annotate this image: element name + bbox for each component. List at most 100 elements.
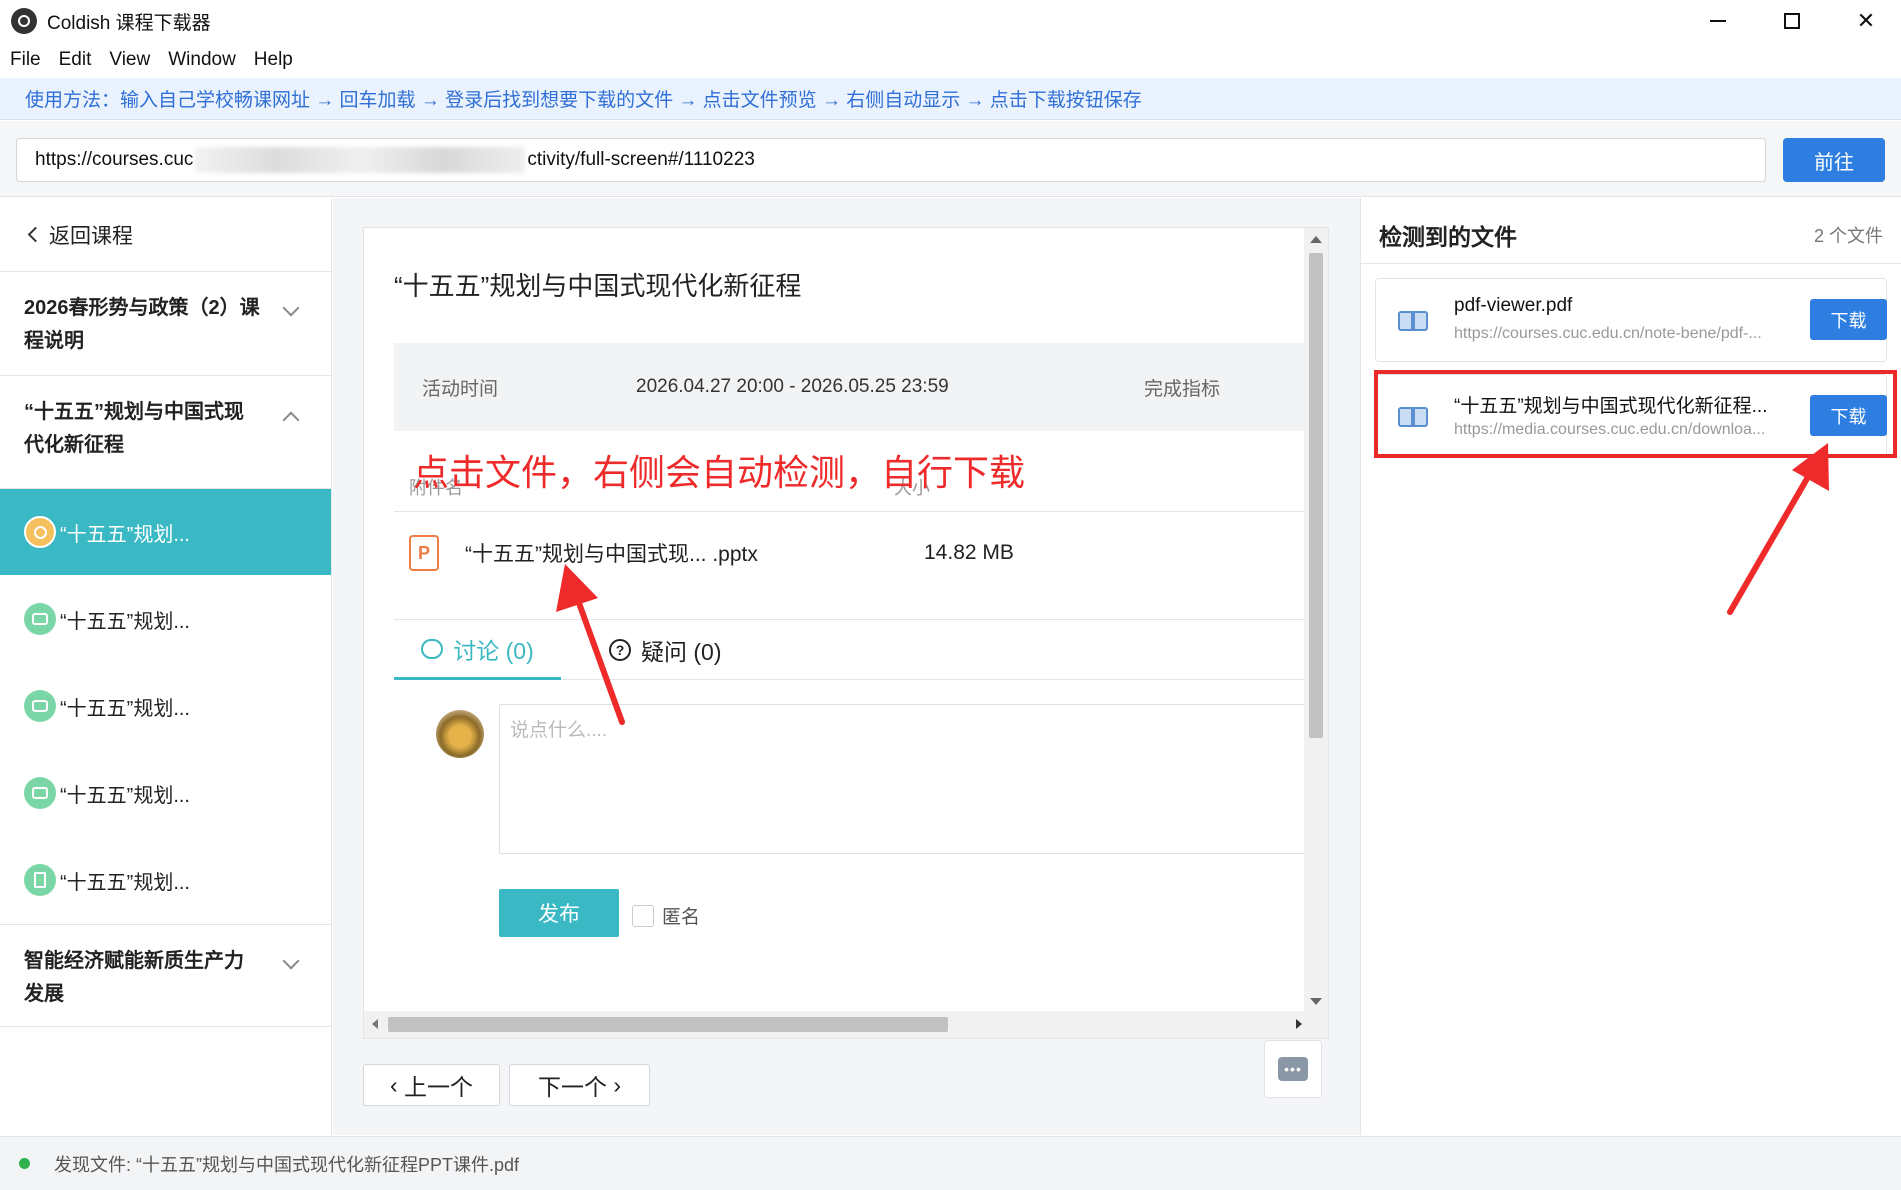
- chapter-smart-economy[interactable]: 智能经济赋能新质生产力发展: [0, 925, 331, 1027]
- previous-button[interactable]: ‹ 上一个: [363, 1064, 500, 1106]
- lesson-label: “十五五”规划...: [60, 697, 190, 720]
- discussion-tabs: 讨论 (0) ? 疑问 (0): [394, 620, 1309, 680]
- menu-help[interactable]: Help: [254, 49, 293, 71]
- detected-file-card: pdf-viewer.pdf https://courses.cuc.edu.c…: [1375, 278, 1887, 362]
- scroll-down-arrow-icon[interactable]: [1310, 998, 1322, 1005]
- menu-edit[interactable]: Edit: [59, 49, 92, 71]
- file-url: https://courses.cuc.edu.cn/note-bene/pdf…: [1454, 325, 1762, 342]
- horizontal-scrollbar[interactable]: [364, 1011, 1328, 1038]
- status-text: 发现文件: “十五五”规划与中国式现代化新征程PPT课件.pdf: [54, 1154, 520, 1175]
- detected-files-panel: 检测到的文件 2 个文件 pdf-viewer.pdf https://cour…: [1360, 198, 1901, 1135]
- back-label: 返回课程: [49, 224, 133, 248]
- chat-float-button[interactable]: •••: [1264, 1040, 1322, 1098]
- lesson-item[interactable]: “十五五”规划...: [0, 663, 331, 750]
- activity-time-value: 2026.04.27 20:00 - 2026.05.25 23:59: [636, 376, 949, 397]
- attachment-row[interactable]: P “十五五”规划与中国式现... .pptx 14.82 MB: [394, 523, 1309, 583]
- lesson-list: “十五五”规划... “十五五”规划... “十五五”规划... “十五五”规划…: [0, 489, 331, 925]
- annotation-text: 点击文件，右侧会自动检测，自行下载: [413, 452, 1026, 493]
- anonymous-option[interactable]: 匿名: [632, 902, 700, 929]
- download-button[interactable]: 下载: [1810, 299, 1887, 340]
- scroll-right-arrow-icon[interactable]: [1296, 1019, 1302, 1029]
- close-icon: ✕: [1856, 8, 1876, 33]
- page-title: “十五五”规划与中国式现代化新征程: [394, 271, 802, 301]
- activity-panel: “十五五”规划与中国式现代化新征程 活动时间 2026.04.27 20:00 …: [363, 227, 1329, 1039]
- highlight-box: [1374, 370, 1897, 458]
- menu-view[interactable]: View: [109, 49, 150, 71]
- chapter-title: “十五五”规划与中国式现代化新征程: [24, 401, 244, 456]
- comment-input[interactable]: 说点什么....: [499, 704, 1309, 854]
- tab-questions[interactable]: ? 疑问 (0): [609, 620, 722, 680]
- course-sidebar: 返回课程 2026春形势与政策（2）课程说明 “十五五”规划与中国式现代化新征程…: [0, 198, 332, 1135]
- lesson-item[interactable]: “十五五”规划...: [0, 837, 331, 924]
- video-icon: [24, 603, 56, 635]
- url-prefix: https://courses.cuc: [35, 149, 194, 170]
- chat-bubble-icon: [421, 638, 444, 659]
- chapter-course-intro[interactable]: 2026春形势与政策（2）课程说明: [0, 272, 331, 376]
- video-icon: [24, 690, 56, 722]
- lesson-item[interactable]: “十五五”规划...: [0, 489, 331, 576]
- book-icon: [1398, 309, 1430, 335]
- address-bar-row: https://courses.cuc ctivity/full-screen#…: [0, 121, 1901, 197]
- attachment-name[interactable]: “十五五”规划与中国式现... .pptx: [465, 538, 758, 568]
- menu-window[interactable]: Window: [168, 49, 236, 71]
- maximize-button[interactable]: [1757, 0, 1827, 42]
- chapter-title: 2026春形势与政策（2）课程说明: [24, 297, 260, 352]
- lesson-item[interactable]: “十五五”规划...: [0, 750, 331, 837]
- lesson-item[interactable]: “十五五”规划...: [0, 576, 331, 663]
- scrollbar-thumb[interactable]: [388, 1017, 948, 1032]
- completion-label: 完成指标: [1144, 378, 1221, 400]
- divider: [394, 511, 1309, 512]
- document-icon: [24, 864, 56, 896]
- file-count: 2 个文件: [1813, 226, 1883, 246]
- back-to-course-link[interactable]: 返回课程: [0, 198, 331, 272]
- scroll-up-arrow-icon[interactable]: [1310, 236, 1322, 243]
- menu-file[interactable]: File: [10, 49, 41, 71]
- scrollbar-thumb[interactable]: [1309, 253, 1323, 738]
- next-button[interactable]: 下一个 ›: [509, 1064, 650, 1106]
- divider: [1361, 263, 1901, 264]
- app-logo-icon: [11, 8, 37, 34]
- status-bar: 发现文件: “十五五”规划与中国式现代化新征程PPT课件.pdf: [0, 1136, 1901, 1190]
- activity-time-label: 活动时间: [422, 378, 499, 400]
- attachment-size: 14.82 MB: [924, 541, 1014, 564]
- scroll-left-arrow-icon[interactable]: [372, 1019, 378, 1029]
- lesson-label: “十五五”规划...: [60, 784, 190, 807]
- go-button[interactable]: 前往: [1783, 138, 1885, 182]
- chevron-down-icon: [282, 299, 300, 317]
- vertical-scrollbar[interactable]: [1304, 228, 1328, 1013]
- question-icon: ?: [609, 639, 631, 661]
- chevron-up-icon: [282, 411, 300, 429]
- window-title: Coldish 课程下载器: [47, 12, 211, 34]
- close-window-button[interactable]: ✕: [1831, 0, 1901, 42]
- url-suffix: ctivity/full-screen#/1110223: [527, 149, 755, 170]
- message-icon: •••: [1278, 1057, 1308, 1081]
- anonymous-label: 匿名: [662, 907, 701, 928]
- maximize-icon: [1784, 13, 1800, 29]
- lesson-label: “十五五”规划...: [60, 523, 190, 546]
- minimize-button[interactable]: [1683, 0, 1753, 42]
- powerpoint-file-icon: P: [409, 535, 439, 571]
- tab-label: 疑问 (0): [641, 639, 722, 665]
- minimize-icon: [1710, 20, 1726, 22]
- video-icon: [24, 777, 56, 809]
- tab-label: 讨论 (0): [453, 637, 534, 664]
- attachment-icon: [24, 516, 56, 548]
- tab-discussion[interactable]: 讨论 (0): [394, 620, 561, 680]
- publish-button[interactable]: 发布: [499, 889, 619, 937]
- menu-bar: File Edit View Window Help: [0, 42, 1901, 78]
- lesson-label: “十五五”规划...: [60, 610, 190, 633]
- usage-banner: 使用方法：输入自己学校畅课网址 → 回车加载 → 登录后找到想要下载的文件 → …: [0, 78, 1901, 120]
- chapter-title: 智能经济赋能新质生产力发展: [24, 950, 244, 1005]
- avatar: [436, 710, 484, 758]
- status-indicator-icon: [19, 1158, 30, 1169]
- panel-title: 检测到的文件: [1379, 224, 1517, 250]
- chevron-down-icon: [282, 952, 300, 970]
- url-input[interactable]: https://courses.cuc ctivity/full-screen#…: [16, 138, 1766, 182]
- chevron-left-icon: [27, 226, 44, 243]
- anonymous-checkbox[interactable]: [632, 904, 654, 927]
- title-bar: Coldish 课程下载器: [0, 0, 1901, 42]
- chapter-fifteenth-plan[interactable]: “十五五”规划与中国式现代化新征程: [0, 376, 331, 489]
- activity-meta: 活动时间 2026.04.27 20:00 - 2026.05.25 23:59…: [394, 343, 1309, 431]
- lesson-label: “十五五”规划...: [60, 871, 190, 894]
- url-redacted-segment: [195, 147, 526, 173]
